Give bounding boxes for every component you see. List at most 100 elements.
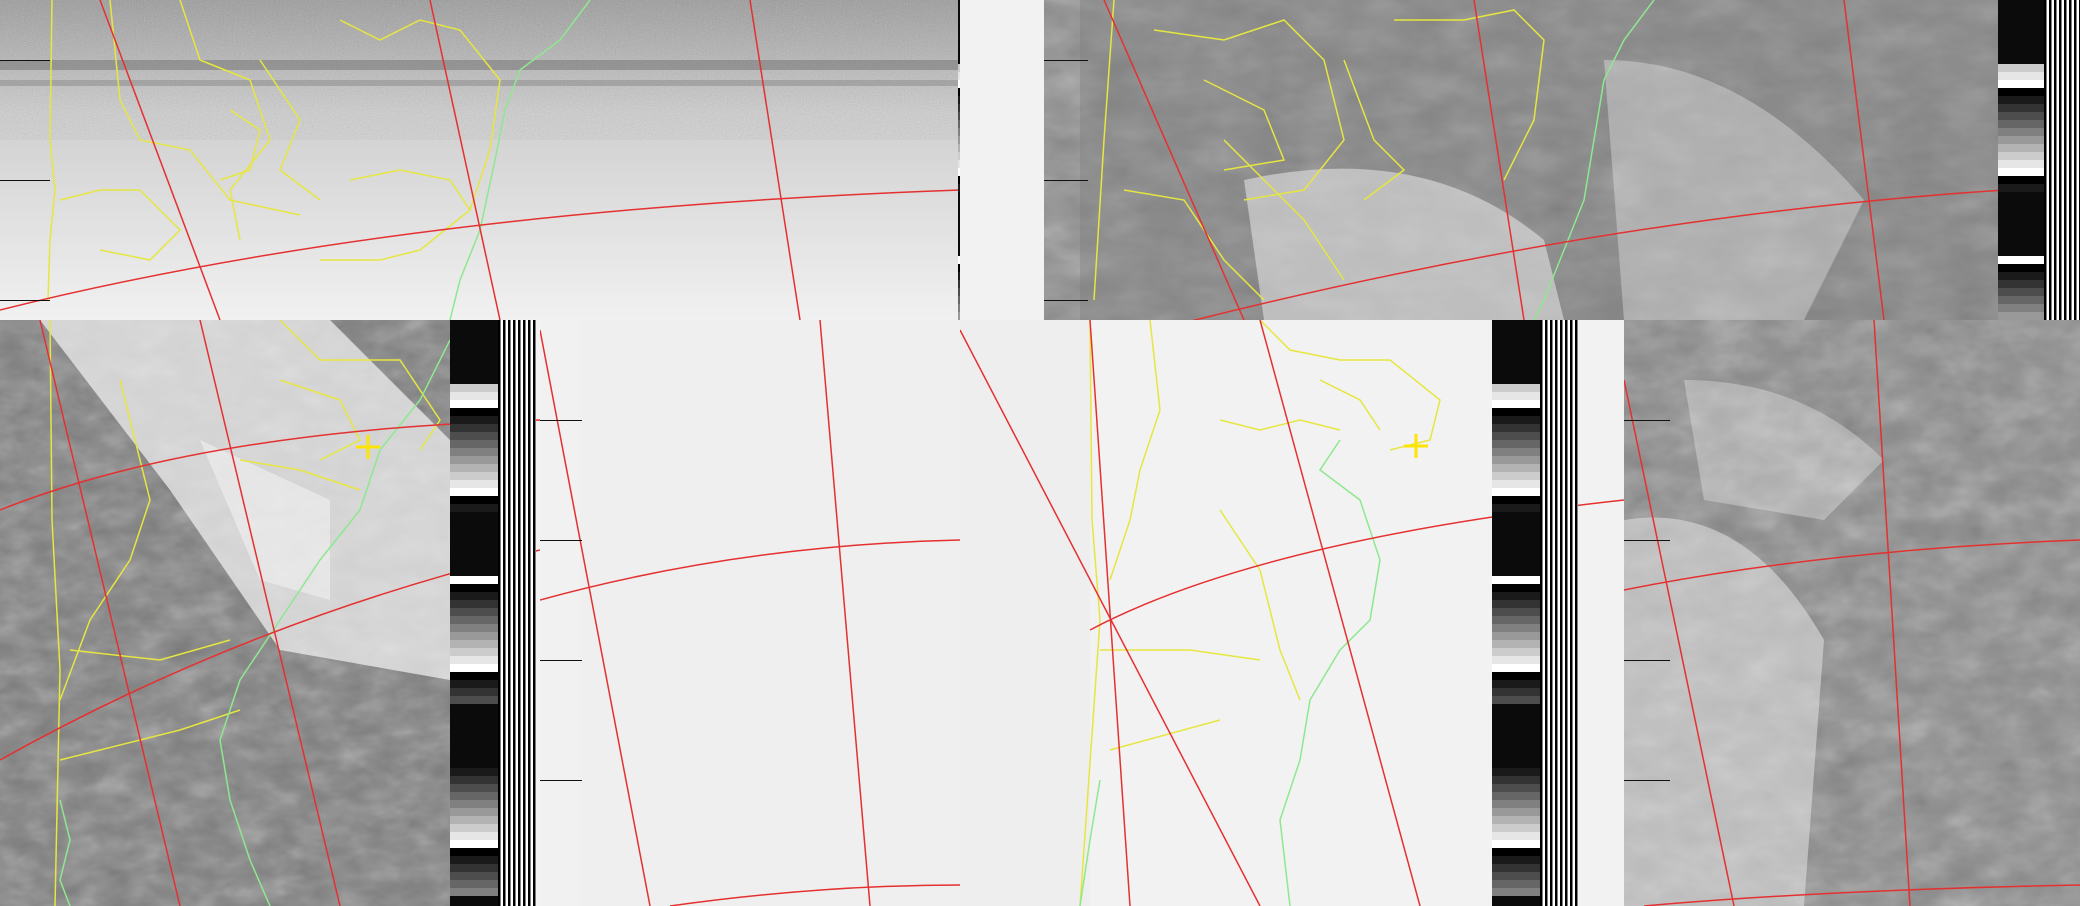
wedge-step (450, 400, 498, 408)
wedge-step (450, 784, 498, 792)
wedge-step (450, 896, 498, 904)
wedge-step (958, 264, 960, 272)
wedge-step (450, 800, 498, 808)
wedge-step (450, 504, 498, 512)
wedge-step (1998, 120, 2044, 128)
wedge-step (1998, 160, 2044, 168)
wedge-step (1998, 144, 2044, 152)
wedge-step (1492, 384, 1540, 392)
edge-tick (540, 660, 582, 661)
edge-tick (0, 300, 50, 301)
wedge-step (958, 200, 960, 208)
wedge-step (958, 304, 960, 312)
wedge-step (1492, 536, 1540, 544)
sync-bar (2069, 0, 2072, 320)
wedge-step (1998, 256, 2044, 264)
wedge-step (450, 776, 498, 784)
wedge-step (1492, 472, 1540, 480)
wedge-step (1998, 312, 2044, 320)
satellite-frame-bottom-left (0, 320, 540, 906)
wedge-step (450, 344, 498, 352)
wedge-step (1492, 752, 1540, 760)
wedge-step (450, 544, 498, 552)
wedge-step (1998, 64, 2044, 72)
telemetry-wedge (1492, 320, 1540, 906)
wedge-step (450, 376, 498, 384)
wedge-step (1492, 864, 1540, 872)
wedge-step (1998, 152, 2044, 160)
wedge-step (1492, 448, 1540, 456)
wedge-step (1492, 824, 1540, 832)
wedge-step (1492, 712, 1540, 720)
satellite-frame-top-right (1044, 0, 2080, 320)
wedge-step (450, 688, 498, 696)
wedge-step (1492, 368, 1540, 376)
wedge-step (450, 488, 498, 496)
edge-tick (540, 780, 582, 781)
wedge-step (450, 336, 498, 344)
wedge-step (450, 624, 498, 632)
wedge-step (1492, 504, 1540, 512)
edge-tick (1044, 300, 1088, 301)
wedge-step (450, 616, 498, 624)
wedge-step (1492, 872, 1540, 880)
wedge-step (1492, 776, 1540, 784)
wedge-step (1492, 456, 1540, 464)
wedge-step (450, 560, 498, 568)
wedge-step (450, 480, 498, 488)
wedge-step (450, 824, 498, 832)
wedge-step (958, 24, 960, 32)
telemetry-wedge (958, 0, 960, 320)
wedge-step (1998, 232, 2044, 240)
wedge-step (1492, 520, 1540, 528)
wedge-step (1998, 104, 2044, 112)
wedge-step (450, 704, 498, 712)
wedge-step (1492, 328, 1540, 336)
wedge-step (1492, 736, 1540, 744)
sync-bar (1555, 320, 1558, 906)
wedge-step (450, 816, 498, 824)
wedge-step (1998, 280, 2044, 288)
wedge-step (450, 880, 498, 888)
wedge-step (958, 32, 960, 40)
edge-tick (540, 420, 582, 421)
wedge-step (1492, 888, 1540, 896)
wedge-step (1492, 816, 1540, 824)
wedge-step (1492, 320, 1540, 328)
wedge-step (450, 576, 498, 584)
wedge-step (958, 216, 960, 224)
wedge-step (958, 72, 960, 80)
wedge-step (1492, 416, 1540, 424)
wedge-step (450, 568, 498, 576)
wedge-step (1998, 264, 2044, 272)
frame-graphic (1624, 320, 2080, 906)
wedge-step (1998, 96, 2044, 104)
sync-bar (2059, 0, 2062, 320)
wedge-step (1492, 408, 1540, 416)
wedge-step (1998, 16, 2044, 24)
wedge-step (958, 136, 960, 144)
wedge-step (450, 464, 498, 472)
sync-bar (503, 320, 506, 906)
wedge-step (450, 832, 498, 840)
wedge-step (958, 56, 960, 64)
wedge-step (958, 64, 960, 72)
wedge-step (450, 632, 498, 640)
wedge-step (1998, 56, 2044, 64)
wedge-step (1492, 592, 1540, 600)
wedge-step (958, 184, 960, 192)
wedge-step (1492, 376, 1540, 384)
wedge-step (450, 856, 498, 864)
wedge-step (450, 720, 498, 728)
sync-bar (1565, 320, 1568, 906)
telemetry-wedge (450, 320, 498, 906)
wedge-step (958, 280, 960, 288)
wedge-step (1492, 808, 1540, 816)
sync-bar (528, 320, 531, 906)
wedge-step (1492, 768, 1540, 776)
wedge-step (450, 424, 498, 432)
wedge-step (450, 808, 498, 816)
wedge-step (958, 0, 960, 8)
wedge-step (1492, 760, 1540, 768)
wedge-step (1998, 32, 2044, 40)
